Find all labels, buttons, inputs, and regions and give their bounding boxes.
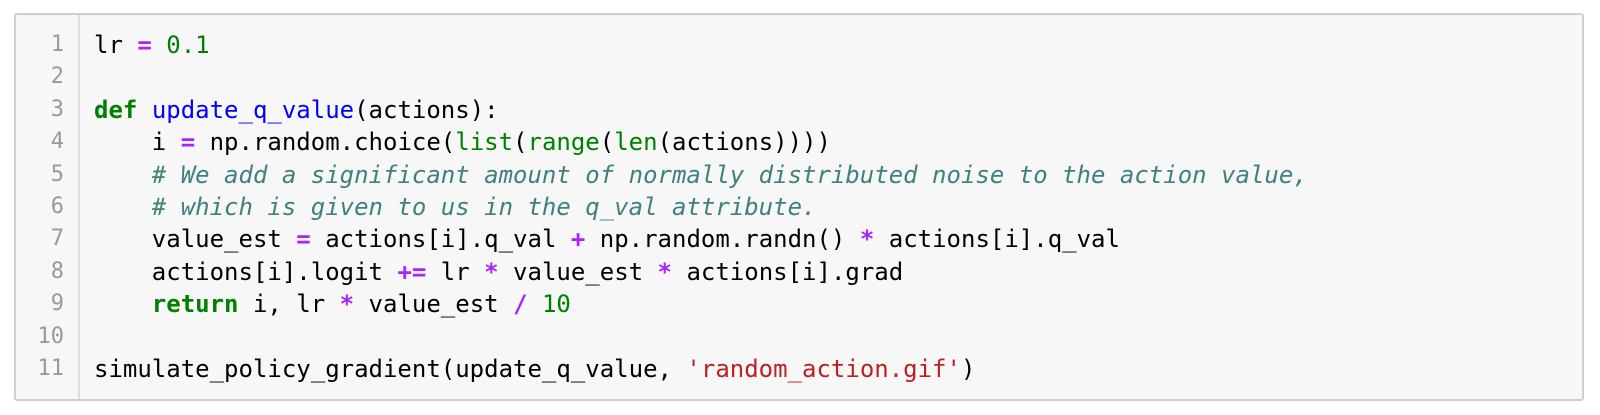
code-token-number: 0.1 [166, 31, 210, 59]
line-number-gutter: 1 2 3 4 5 6 7 8 9 10 11 [16, 15, 80, 399]
code-token-operator: + [570, 225, 586, 254]
code-token-operator: = [137, 31, 152, 59]
code-token-plain: value_est [354, 290, 514, 319]
code-token-operator: += [397, 257, 427, 286]
line-number: 9 [50, 291, 64, 317]
line-number: 2 [50, 64, 64, 90]
code-token-operator: * [859, 225, 875, 254]
line-number: 5 [50, 161, 64, 187]
code-token-plain: (actions): [354, 95, 499, 124]
code-token-plain: i [94, 128, 181, 157]
code-token-keyword: def [94, 95, 138, 124]
line-number: 4 [50, 129, 64, 155]
code-line[interactable]: # We add a significant amount of normall… [94, 159, 1582, 191]
code-token-builtin: range [527, 128, 600, 157]
code-line[interactable]: i = np.random.choice(list(range(len(acti… [94, 126, 1582, 158]
code-token-plain: ) [960, 354, 976, 383]
line-number: 8 [50, 258, 64, 284]
code-token-operator: * [657, 257, 672, 286]
line-number: 1 [50, 32, 64, 57]
code-token-plain: ( [513, 128, 528, 157]
code-token-plain: np.random.choice( [195, 128, 456, 157]
line-number: 7 [50, 226, 64, 252]
code-token-plain: actions[i].grad [672, 257, 904, 286]
code-token-plain: i, lr [238, 290, 340, 319]
code-token-operator: / [513, 290, 528, 319]
code-token-plain: value_est [94, 225, 297, 254]
code-line[interactable]: ​ [94, 61, 1582, 93]
line-number: 11 [37, 355, 65, 381]
line-number: 6 [50, 193, 64, 219]
line-number: 10 [37, 323, 65, 349]
line-number: 3 [50, 96, 64, 122]
code-line[interactable]: simulate_policy_gradient(update_q_value,… [94, 353, 1582, 385]
code-line[interactable]: value_est = actions[i].q_val + np.random… [94, 223, 1582, 255]
code-token-operator: = [180, 128, 196, 157]
code-cell[interactable]: 1234567891011 lr = 0.1​def update_q_valu… [14, 13, 1584, 401]
code-token-funcname: update_q_value [151, 95, 355, 124]
code-token-string: 'random_action.gif' [686, 354, 961, 383]
code-line[interactable]: lr = 0.1 [94, 29, 1582, 61]
code-token-builtin: list [455, 128, 514, 157]
code-line[interactable]: # which is given to us in the q_val attr… [94, 191, 1582, 223]
code-token-plain: lr [426, 257, 485, 286]
code-token-operator: = [296, 225, 311, 254]
code-token-operator: * [339, 290, 355, 319]
code-token-plain: ( [599, 128, 615, 157]
code-token-comment: # which is given to us in the q_val attr… [151, 192, 817, 221]
code-token-builtin: len [614, 128, 658, 157]
code-token-plain: value_est [498, 257, 658, 286]
code-token-plain: actions[i].q_val [874, 225, 1120, 254]
code-token-plain: (actions)))) [657, 128, 831, 157]
code-line[interactable]: actions[i].logit += lr * value_est * act… [94, 256, 1582, 288]
code-token-comment: # We add a significant amount of normall… [151, 160, 1308, 189]
code-token-plain: simulate_policy_gradient(update_q_value, [94, 354, 687, 383]
code-token-plain: actions[i].logit [94, 257, 398, 286]
code-token-plain: lr [94, 31, 123, 59]
code-token-operator: * [484, 257, 499, 286]
code-token-plain: actions[i].q_val [310, 225, 571, 254]
code-line[interactable]: def update_q_value(actions): [94, 94, 1582, 126]
code-line[interactable]: return i, lr * value_est / 10 [94, 288, 1582, 320]
code-token-number: 10 [541, 290, 571, 319]
code-line[interactable]: ​ [94, 321, 1582, 353]
code-token-keyword: return [151, 290, 239, 319]
code-token-plain: np.random.randn() [585, 225, 860, 254]
code-editor[interactable]: lr = 0.1​def update_q_value(actions): i … [80, 15, 1582, 399]
